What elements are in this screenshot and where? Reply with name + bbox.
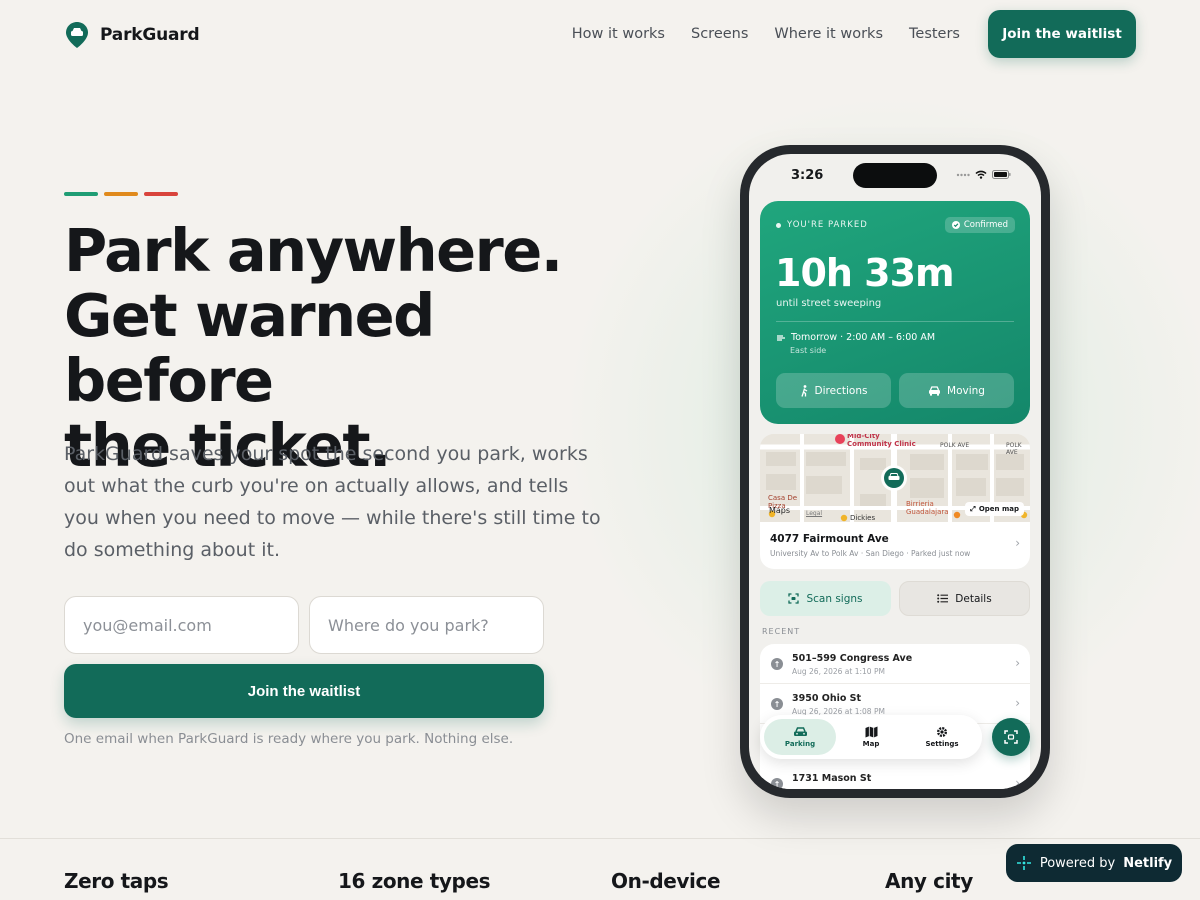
car-icon bbox=[793, 726, 807, 736]
parking-map[interactable]: Mid-City Community Clinic POLK AVE POLK … bbox=[760, 434, 1030, 522]
map-poi-birrieria: Birrieria Guadalajara bbox=[906, 500, 949, 516]
parking-marker-icon: ↑ bbox=[771, 698, 783, 710]
car-pin-icon bbox=[66, 22, 88, 48]
sweeper-icon bbox=[777, 334, 785, 341]
gear-icon bbox=[937, 727, 947, 737]
status-icons bbox=[956, 170, 1011, 179]
apple-maps-logo: Maps bbox=[769, 506, 791, 515]
tab-map[interactable]: Map bbox=[835, 719, 907, 755]
stripe-green bbox=[64, 192, 98, 196]
check-circle-icon bbox=[951, 221, 960, 229]
card-divider bbox=[776, 321, 1014, 322]
map-icon bbox=[865, 726, 877, 738]
moving-button[interactable]: Moving bbox=[899, 373, 1014, 408]
hero-title-line-2: Get warned before bbox=[64, 281, 435, 415]
stat-on-device: On-device bbox=[611, 869, 721, 893]
stripe-orange bbox=[104, 192, 138, 196]
section-divider bbox=[0, 838, 1200, 839]
map-street-polk: POLK AVE bbox=[940, 442, 970, 449]
netlify-prefix: Powered by bbox=[1039, 855, 1116, 871]
sweeping-schedule: Tomorrow · 2:00 AM – 6:00 AM bbox=[776, 332, 935, 343]
stat-zero-taps: Zero taps bbox=[64, 869, 169, 893]
top-nav: How it works Screens Where it works Test… bbox=[572, 26, 960, 42]
phone-mockup: 3:26 YOU'RE PARKED Confirmed 10h 33m unt… bbox=[740, 145, 1050, 798]
tab-bar: Parking Map Settings bbox=[760, 715, 982, 759]
parking-marker-icon: ↑ bbox=[771, 658, 783, 670]
details-button[interactable]: Details bbox=[899, 581, 1030, 616]
countdown-caption: until street sweeping bbox=[776, 298, 882, 309]
chevron-right-icon: › bbox=[1015, 776, 1020, 789]
nav-link-screens[interactable]: Screens bbox=[691, 26, 748, 42]
parking-marker-icon: ↑ bbox=[771, 778, 783, 789]
recent-section-label: RECENT bbox=[762, 627, 801, 636]
email-input[interactable] bbox=[64, 596, 299, 654]
chevron-right-icon: › bbox=[1015, 656, 1020, 670]
walking-icon bbox=[800, 384, 807, 397]
tab-parking[interactable]: Parking bbox=[764, 719, 836, 755]
hero-title-line-1: Park anywhere. bbox=[64, 216, 563, 285]
tab-settings[interactable]: Settings bbox=[906, 719, 978, 755]
location-input[interactable] bbox=[309, 596, 544, 654]
netlify-brand: Netlify bbox=[1123, 855, 1173, 871]
parked-card: YOU'RE PARKED Confirmed 10h 33m until st… bbox=[760, 201, 1030, 424]
confirmed-badge: Confirmed bbox=[944, 217, 1015, 233]
stripe-red bbox=[144, 192, 178, 196]
signal-icon bbox=[956, 173, 970, 176]
map-place-label: Mid-City Community Clinic bbox=[847, 434, 916, 448]
scan-icon bbox=[788, 593, 800, 604]
directions-button[interactable]: Directions bbox=[776, 373, 891, 408]
list-item[interactable]: ↑ 1731 Mason St › bbox=[760, 764, 1030, 789]
list-item[interactable]: ↑ 501–599 Congress Ave Aug 26, 2026 at 1… bbox=[760, 644, 1030, 684]
parked-label: YOU'RE PARKED bbox=[776, 220, 868, 230]
waitlist-fineprint: One email when ParkGuard is ready where … bbox=[64, 731, 514, 747]
netlify-badge[interactable]: Powered by Netlify bbox=[1006, 844, 1182, 882]
chevron-right-icon: › bbox=[1015, 696, 1020, 710]
scan-signs-button[interactable]: Scan signs bbox=[760, 581, 891, 616]
map-poi-dickies: Dickies bbox=[850, 514, 876, 522]
join-waitlist-button[interactable]: Join the waitlist bbox=[64, 664, 544, 718]
nav-link-where-it-works[interactable]: Where it works bbox=[774, 26, 883, 42]
nav-link-how-it-works[interactable]: How it works bbox=[572, 26, 665, 42]
nav-join-waitlist-button[interactable]: Join the waitlist bbox=[988, 10, 1136, 58]
phone-screen: 3:26 YOU'RE PARKED Confirmed 10h 33m unt… bbox=[749, 154, 1041, 789]
map-legal-link[interactable]: Legal bbox=[806, 510, 822, 517]
wifi-icon bbox=[975, 170, 987, 179]
stat-zone-types: 16 zone types bbox=[338, 869, 491, 893]
brand-logo[interactable]: ParkGuard bbox=[66, 22, 200, 48]
countdown-value: 10h 33m bbox=[775, 251, 955, 295]
stat-any-city: Any city bbox=[885, 869, 973, 893]
parked-address-sub: University Av to Polk Av · San Diego · P… bbox=[770, 549, 971, 558]
list-icon bbox=[937, 594, 949, 603]
brand-name: ParkGuard bbox=[100, 25, 200, 45]
map-street-polk-right: POLK AVE bbox=[1006, 442, 1022, 456]
battery-icon bbox=[992, 170, 1011, 179]
chevron-right-icon: › bbox=[1015, 536, 1020, 550]
dynamic-island bbox=[853, 163, 937, 188]
open-map-button[interactable]: ⤢ Open map bbox=[965, 502, 1024, 516]
sweeping-side: East side bbox=[790, 346, 827, 355]
accent-stripes bbox=[64, 192, 178, 196]
hero-subtitle: ParkGuard saves your spot the second you… bbox=[64, 443, 601, 561]
scan-fab-button[interactable] bbox=[992, 718, 1030, 756]
status-time: 3:26 bbox=[791, 168, 824, 183]
parked-address-card[interactable]: 4077 Fairmount Ave University Av to Polk… bbox=[760, 522, 1030, 569]
nav-link-testers[interactable]: Testers bbox=[909, 26, 960, 42]
car-icon bbox=[929, 385, 941, 396]
netlify-icon bbox=[1016, 856, 1031, 870]
parked-address-title: 4077 Fairmount Ave bbox=[770, 533, 889, 545]
scan-icon bbox=[1004, 730, 1018, 744]
expand-icon: ⤢ bbox=[970, 504, 976, 513]
